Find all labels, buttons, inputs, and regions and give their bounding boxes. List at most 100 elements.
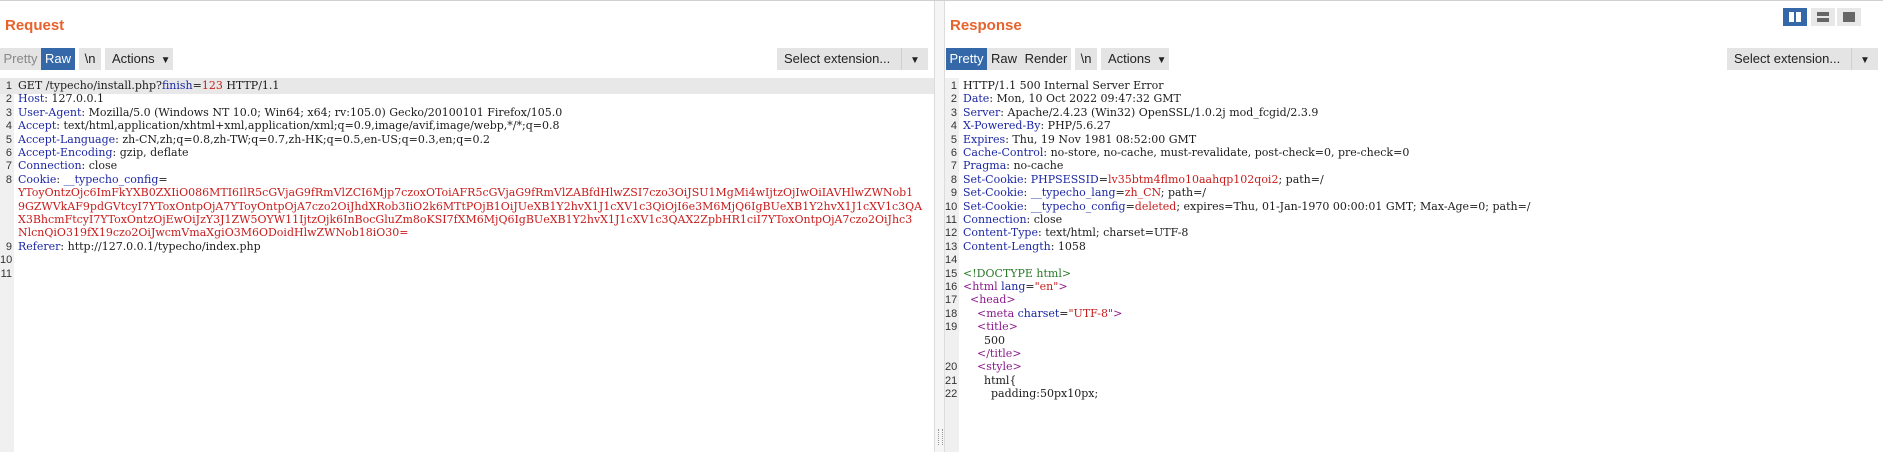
code-token: : close	[1026, 213, 1063, 226]
response-code-text: padding:50px10px;	[963, 386, 1098, 402]
code-token: lv35btm4flmo10aahqp102qoi2	[1107, 172, 1279, 186]
code-token: <head>	[970, 293, 1016, 307]
drag-handle-icon[interactable]	[938, 429, 943, 445]
request-editor[interactable]: 1 GET /typecho/install.php?finish=123 HTT…	[0, 78, 934, 452]
code-token: Accept-Encoding	[18, 146, 113, 159]
layout-rows-button[interactable]	[1811, 8, 1835, 26]
code-token: Set-Cookie	[963, 172, 1024, 186]
code-token: HTTP/1.1	[222, 79, 280, 92]
code-token: :	[56, 172, 64, 186]
code-token: 9GZWVkAF9pdGVtcyI7YToxOntpOjA7YToyOntpOj…	[18, 199, 923, 213]
code-token: Server	[963, 105, 1001, 119]
code-token: : Apache/2.4.23 (Win32) OpenSSL/1.0.2j m…	[1000, 105, 1319, 119]
code-token: Content-Length	[963, 239, 1051, 253]
response-tab-raw[interactable]: Raw	[987, 48, 1021, 70]
request-extension-label: Select extension...	[784, 51, 891, 66]
code-token: lang	[1001, 280, 1026, 293]
response-editor[interactable]: 1 HTTP/1.1 500 Internal Server Error 2 Date…	[945, 78, 1883, 452]
code-token: : text/html; charset=UTF-8	[1038, 226, 1189, 240]
code-token: Referer	[18, 239, 61, 253]
code-token: Cache-Control	[963, 146, 1044, 159]
code-token: Set-Cookie	[963, 199, 1024, 213]
response-toolbar: Pretty Raw Render \n Actions ▼ Select ext…	[945, 48, 1883, 72]
columns-icon	[1789, 12, 1801, 22]
code-token: Connection	[963, 213, 1027, 226]
code-token: =	[1059, 306, 1069, 320]
code-token: Pragma	[963, 159, 1007, 173]
response-newline-toggle[interactable]: \n	[1075, 48, 1097, 70]
code-token: Set-Cookie	[963, 186, 1024, 200]
request-panel: Request Pretty Raw \n Actions ▼ Select ex…	[0, 1, 934, 452]
response-actions-label: Actions	[1108, 51, 1151, 66]
code-token: : 127.0.0.1	[44, 92, 104, 106]
request-newline-toggle[interactable]: \n	[79, 48, 101, 70]
line-number: 22	[945, 388, 958, 401]
code-token: HTTP/1.1 500 Internal Server Error	[963, 79, 1164, 92]
code-token: =	[1025, 280, 1035, 293]
code-token: Host	[18, 92, 45, 106]
code-token: =	[192, 79, 202, 92]
code-token: deleted	[1134, 199, 1177, 213]
request-tab-raw[interactable]: Raw	[41, 48, 75, 70]
request-actions-label: Actions	[112, 51, 155, 66]
code-token: : Mon, 10 Oct 2022 09:47:32 GMT	[989, 92, 1181, 106]
code-token: <html	[963, 280, 1002, 293]
code-token: ; expires=Thu, 01-Jan-1970 00:00:01 GMT;…	[1176, 199, 1531, 213]
request-actions-button[interactable]: Actions ▼	[105, 48, 173, 70]
code-token: </title>	[977, 347, 1022, 360]
code-token: Expires	[963, 132, 1006, 146]
code-token: html{	[963, 373, 1017, 387]
code-token: Date	[963, 92, 990, 106]
code-token: __typecho_config	[63, 172, 159, 186]
layout-switcher	[1783, 8, 1863, 26]
response-tab-pretty[interactable]: Pretty	[946, 48, 987, 70]
request-extension-select[interactable]: Select extension... ▼	[777, 48, 928, 70]
code-token: ; path=/	[1278, 172, 1324, 186]
code-token: "en"	[1034, 280, 1059, 293]
code-token: 500	[963, 333, 1005, 347]
layout-side-by-side-button[interactable]	[1783, 8, 1807, 26]
code-token: 123	[201, 79, 223, 92]
code-token: GET /typecho/install.php?	[18, 79, 162, 92]
code-token: :	[1023, 186, 1031, 200]
code-token: __typecho_lang	[1030, 186, 1116, 200]
code-token: : http://127.0.0.1/typecho/index.php	[60, 239, 261, 253]
request-tab-pretty[interactable]: Pretty	[0, 48, 41, 70]
code-token: <title>	[977, 320, 1018, 334]
code-token: : PHP/5.6.27	[1040, 119, 1111, 133]
response-extension-label: Select extension...	[1734, 51, 1841, 66]
code-token: NlcnQiO319fX19czo2OiJwcmVmaXgiO3M6ODoidH…	[18, 226, 409, 240]
code-token: =	[158, 172, 168, 186]
request-code-line: 11	[0, 266, 934, 282]
line-number: 11	[0, 267, 12, 280]
code-token: finish	[161, 79, 193, 92]
chevron-down-icon: ▼	[1851, 48, 1878, 70]
code-token: =	[1125, 199, 1135, 213]
code-token: Accept-Language	[18, 132, 116, 146]
layout-tabs-button[interactable]	[1837, 8, 1861, 26]
code-token: : zh-CN,zh;q=0.8,zh-TW;q=0.7,zh-HK;q=0.5…	[115, 132, 490, 146]
code-token: <style>	[977, 360, 1022, 374]
code-token: <meta	[977, 306, 1018, 320]
response-code-line: 22 padding:50px10px;	[945, 386, 1883, 402]
response-tab-render[interactable]: Render	[1021, 48, 1071, 70]
code-token: : Thu, 19 Nov 1981 08:52:00 GMT	[1005, 132, 1197, 146]
code-token: __typecho_config	[1030, 199, 1126, 213]
response-actions-button[interactable]: Actions ▼	[1101, 48, 1169, 70]
code-token: =	[1115, 186, 1125, 200]
response-extension-select[interactable]: Select extension... ▼	[1727, 48, 1878, 70]
code-token: YToyOntzOjc6ImFkYXB0ZXIiO086MTI6IlR5cGVj…	[18, 186, 914, 200]
code-token: Accept	[18, 119, 57, 133]
panel-divider[interactable]	[934, 1, 945, 452]
code-token: X-Powered-By	[963, 119, 1041, 133]
code-token: <!DOCTYPE html>	[963, 266, 1072, 280]
code-token: padding:50px10px;	[963, 387, 1099, 401]
code-token: charset	[1017, 306, 1060, 320]
code-token: "UTF-8"	[1068, 306, 1114, 320]
code-token: :	[1023, 172, 1031, 186]
code-token: Content-Type	[963, 226, 1038, 240]
